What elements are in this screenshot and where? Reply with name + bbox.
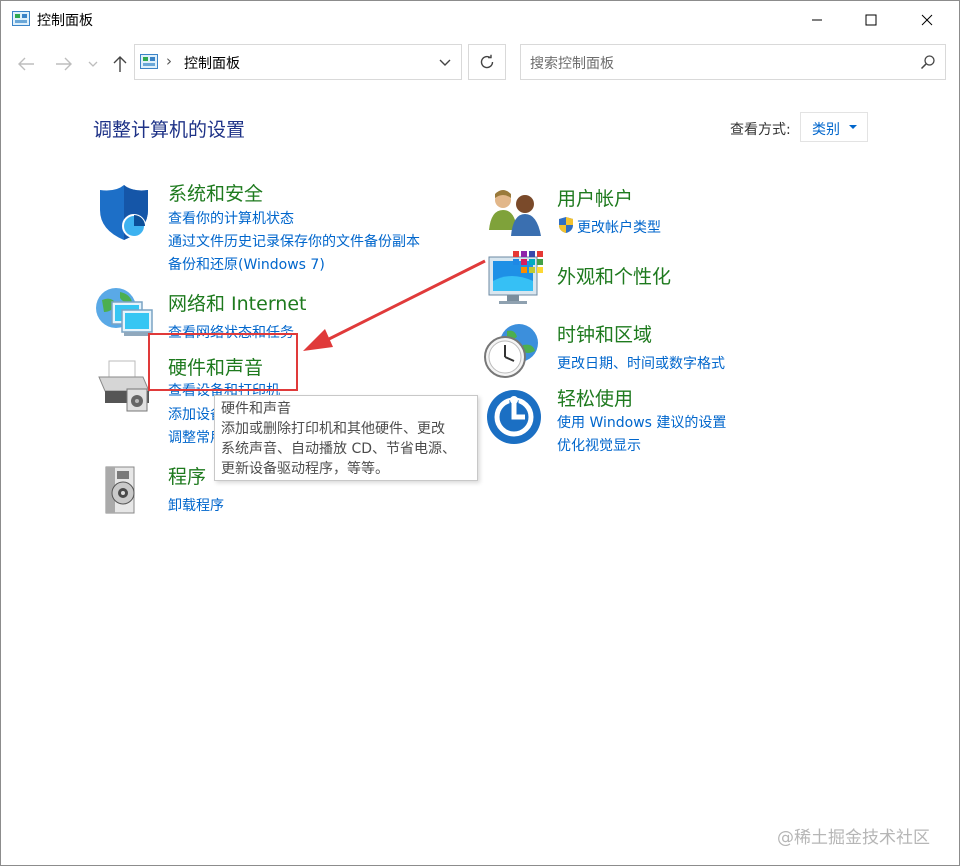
close-button[interactable] <box>904 1 950 39</box>
link-change-date-time[interactable]: 更改日期、时间或数字格式 <box>557 353 725 373</box>
appearance-monitor-icon <box>488 251 543 304</box>
recent-locations-button[interactable] <box>83 51 103 77</box>
link-recommended-settings[interactable]: 使用 Windows 建议的设置 <box>557 412 726 432</box>
up-button[interactable] <box>107 51 133 77</box>
view-by-value: 类别 <box>812 122 840 138</box>
clock-globe-icon <box>484 324 538 378</box>
view-by-dropdown[interactable]: 类别 <box>800 112 868 142</box>
shield-icon <box>100 185 148 240</box>
category-ease-of-access[interactable]: 轻松使用 <box>557 384 633 411</box>
view-by-label: 查看方式: <box>730 122 791 138</box>
minimize-button[interactable] <box>794 1 840 39</box>
category-appearance[interactable]: 外观和个性化 <box>557 262 671 289</box>
refresh-button[interactable] <box>468 44 506 80</box>
uac-shield-icon <box>559 217 573 233</box>
highlight-box <box>148 333 298 391</box>
hardware-tooltip: 硬件和声音 添加或删除打印机和其他硬件、更改 系统声音、自动播放 CD、节省电源… <box>214 395 478 481</box>
link-uninstall-program[interactable]: 卸载程序 <box>168 495 224 515</box>
printer-icon <box>98 360 150 412</box>
category-user-accounts[interactable]: 用户帐户 <box>557 184 633 211</box>
link-optimize-display[interactable]: 优化视觉显示 <box>557 435 641 455</box>
category-system-security[interactable]: 系统和安全 <box>168 179 263 206</box>
breadcrumb[interactable]: 控制面板 <box>184 53 240 73</box>
maximize-button[interactable] <box>848 1 894 39</box>
programs-disc-icon <box>105 466 135 514</box>
link-file-history-backup[interactable]: 通过文件历史记录保存你的文件备份副本 <box>168 231 420 251</box>
search-input[interactable]: 搜索控制面板 <box>520 44 946 80</box>
category-clock-region[interactable]: 时钟和区域 <box>557 320 652 347</box>
control-panel-icon <box>12 11 30 26</box>
category-programs[interactable]: 程序 <box>168 462 206 489</box>
forward-button[interactable] <box>51 51 77 77</box>
ease-of-access-icon <box>487 390 541 444</box>
category-network-internet[interactable]: 网络和 Internet <box>168 289 306 316</box>
tooltip-line: 系统声音、自动播放 CD、节省电源、 <box>221 441 457 457</box>
watermark: @稀土掘金技术社区 <box>777 828 930 848</box>
network-globe-icon <box>96 288 153 336</box>
search-icon[interactable] <box>920 54 936 70</box>
tooltip-line: 更新设备驱动程序，等等。 <box>221 461 389 477</box>
user-accounts-icon <box>489 190 541 236</box>
tooltip-line: 硬件和声音 <box>221 401 291 417</box>
dropdown-arrow-icon <box>849 125 857 129</box>
link-check-computer-status[interactable]: 查看你的计算机状态 <box>168 208 294 228</box>
title-bar: 控制面板 <box>1 1 959 39</box>
back-button[interactable] <box>13 51 39 77</box>
link-change-account-type[interactable]: 更改帐户类型 <box>577 217 661 237</box>
minimize-icon <box>812 19 822 21</box>
chevron-down-icon[interactable] <box>437 52 453 72</box>
maximize-icon <box>865 14 877 26</box>
close-icon <box>921 14 933 26</box>
address-bar[interactable]: › 控制面板 <box>134 44 462 80</box>
control-panel-window: 控制面板 › 控制面板 搜索控制面板 调整计算机的设置 查看方式: 类别 系统和… <box>0 0 960 866</box>
back-arrow-icon <box>18 57 34 71</box>
page-title: 调整计算机的设置 <box>93 119 246 141</box>
navigation-bar: › 控制面板 搜索控制面板 <box>1 39 959 89</box>
forward-arrow-icon <box>56 57 72 71</box>
window-title: 控制面板 <box>37 13 93 29</box>
search-placeholder: 搜索控制面板 <box>530 56 614 72</box>
refresh-icon <box>480 54 494 69</box>
control-panel-icon <box>140 54 158 69</box>
annotation-arrow-icon <box>303 259 486 351</box>
breadcrumb-separator-icon: › <box>166 52 172 70</box>
up-arrow-icon <box>113 56 127 72</box>
tooltip-line: 添加或删除打印机和其他硬件、更改 <box>221 421 445 437</box>
chevron-down-icon <box>88 61 98 67</box>
